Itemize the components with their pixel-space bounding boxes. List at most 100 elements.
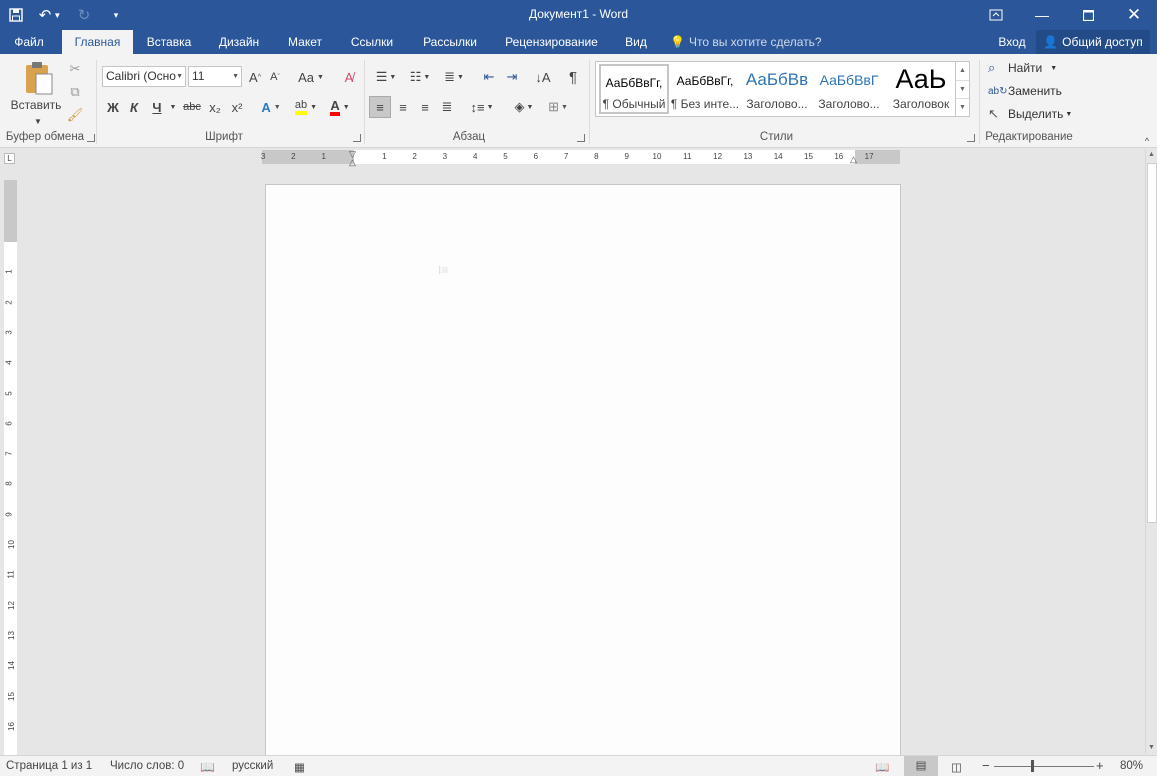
style-normal[interactable]: АаБбВвГг, ¶ Обычный bbox=[599, 64, 669, 114]
text-effects-icon[interactable]: A ▼ bbox=[256, 96, 286, 118]
borders-icon[interactable]: ⊞ ▼ bbox=[542, 96, 574, 118]
minimize-icon[interactable]: — bbox=[1019, 0, 1065, 30]
font-name-combo[interactable]: Calibri (Осно ▼ bbox=[102, 66, 186, 87]
find-button[interactable]: ⌕ Найти ▼ bbox=[988, 58, 1057, 78]
increase-indent-icon[interactable]: ⇥ bbox=[501, 66, 523, 88]
customize-qat-icon[interactable]: ▾ bbox=[100, 0, 132, 30]
tab-layout[interactable]: Макет bbox=[276, 30, 334, 54]
shading-icon[interactable]: ◈ ▼ bbox=[508, 96, 540, 118]
line-spacing-icon[interactable]: ↕≡ ▼ bbox=[466, 96, 498, 118]
tell-me-box[interactable]: 💡 Что вы хотите сделать? bbox=[670, 30, 830, 54]
style-heading-2[interactable]: АаБбВвГ Заголово... bbox=[814, 64, 884, 114]
tell-me-placeholder: Что вы хотите сделать? bbox=[688, 35, 822, 49]
paste-button[interactable] bbox=[18, 58, 58, 98]
decrease-indent-icon[interactable]: ⇤ bbox=[478, 66, 500, 88]
clipboard-launcher-icon[interactable] bbox=[87, 134, 95, 142]
superscript-button[interactable]: x² bbox=[227, 96, 247, 118]
select-button[interactable]: ↖ Выделить ▼ bbox=[988, 104, 1072, 124]
clear-formatting-icon[interactable]: A̸ bbox=[338, 66, 360, 88]
change-case-button[interactable]: Aa ▼ bbox=[294, 66, 328, 88]
undo-icon[interactable]: ↶ ▼ bbox=[32, 0, 68, 30]
italic-button[interactable]: К bbox=[125, 96, 143, 118]
sign-in-link[interactable]: Вход bbox=[990, 30, 1034, 54]
underline-button[interactable]: Ч bbox=[146, 96, 168, 118]
underline-dropdown-icon[interactable]: ▼ bbox=[168, 96, 178, 118]
cut-icon[interactable]: ✂ bbox=[64, 58, 86, 80]
tab-file[interactable]: Файл bbox=[0, 30, 58, 54]
copy-icon[interactable]: ⧉ bbox=[64, 81, 86, 103]
paragraph-launcher-icon[interactable] bbox=[577, 134, 585, 142]
redo-icon[interactable]: ↻ bbox=[68, 0, 100, 30]
font-color-icon[interactable]: A ▼ bbox=[324, 96, 356, 118]
hanging-indent-marker[interactable]: △ bbox=[349, 157, 356, 168]
word-count[interactable]: Число слов: 0 bbox=[110, 760, 184, 772]
align-center-icon[interactable]: ≡ bbox=[392, 96, 414, 118]
align-left-icon[interactable]: ≡ bbox=[369, 96, 391, 118]
right-indent-marker[interactable]: △ bbox=[850, 154, 857, 165]
ruler-number: 4 bbox=[4, 360, 14, 365]
print-layout-icon[interactable]: ▤ bbox=[904, 756, 938, 776]
scroll-up-icon[interactable]: ▲ bbox=[1146, 149, 1157, 161]
sort-icon[interactable]: ↓A bbox=[532, 66, 554, 88]
zoom-slider-thumb[interactable] bbox=[1031, 760, 1034, 772]
zoom-slider[interactable] bbox=[994, 766, 1094, 767]
replace-button[interactable]: ab↻ Заменить bbox=[988, 81, 1062, 101]
document-page[interactable]: I≡ bbox=[265, 184, 901, 764]
style-name: ¶ Обычный bbox=[602, 97, 666, 111]
format-painter-icon[interactable]: 🖌 bbox=[64, 104, 86, 126]
numbering-icon[interactable]: ☷ ▼ bbox=[404, 66, 436, 88]
close-icon[interactable]: ✕ bbox=[1111, 0, 1157, 30]
scroll-thumb[interactable] bbox=[1147, 163, 1157, 523]
show-formatting-icon[interactable]: ¶ bbox=[563, 66, 583, 88]
tab-view[interactable]: Вид bbox=[613, 30, 659, 54]
scroll-up-icon[interactable]: ▲ bbox=[956, 62, 969, 80]
tab-selector[interactable]: L bbox=[4, 153, 15, 164]
bullets-icon[interactable]: ☰ ▼ bbox=[370, 66, 402, 88]
tab-home[interactable]: Главная bbox=[62, 30, 133, 54]
style-preview: АаЬ bbox=[895, 64, 947, 94]
vertical-ruler[interactable]: 1 2 3 4 5 6 7 8 9 10 11 12 13 14 15 16 bbox=[4, 180, 17, 755]
subscript-button[interactable]: x₂ bbox=[205, 96, 225, 118]
ruler-number: 5 bbox=[503, 152, 508, 161]
tab-review[interactable]: Рецензирование bbox=[494, 30, 609, 54]
vertical-scrollbar[interactable]: ▲ ▼ bbox=[1145, 149, 1157, 754]
grow-font-button[interactable]: A ^ bbox=[246, 66, 264, 88]
tab-mailings[interactable]: Рассылки bbox=[410, 30, 490, 54]
highlight-color-icon[interactable]: ab ▼ bbox=[290, 96, 322, 118]
macro-record-icon[interactable]: ▦ bbox=[294, 760, 305, 774]
horizontal-ruler[interactable]: 3 2 1 1 2 3 4 5 6 7 8 9 10 11 12 13 14 15 16 17 ▽ △ △ bbox=[261, 149, 900, 167]
save-icon[interactable] bbox=[0, 0, 32, 30]
font-launcher-icon[interactable] bbox=[353, 134, 361, 142]
proofing-icon[interactable]: 📖 bbox=[200, 760, 215, 774]
scroll-down-icon[interactable]: ▼ bbox=[956, 80, 969, 98]
bold-button[interactable]: Ж bbox=[104, 96, 122, 118]
style-heading-1[interactable]: АаБбВв Заголово... bbox=[742, 64, 812, 114]
ribbon-display-options-icon[interactable] bbox=[973, 0, 1019, 30]
share-button[interactable]: 👤 Общий доступ bbox=[1036, 30, 1150, 54]
language[interactable]: русский bbox=[232, 760, 273, 772]
page-count[interactable]: Страница 1 из 1 bbox=[6, 760, 92, 772]
shrink-font-button[interactable]: Aˇ bbox=[266, 66, 284, 88]
tab-design[interactable]: Дизайн bbox=[206, 30, 272, 54]
font-size-combo[interactable]: 11 ▼ bbox=[188, 66, 242, 87]
zoom-out-icon[interactable]: − bbox=[982, 758, 990, 773]
tab-insert[interactable]: Вставка bbox=[136, 30, 202, 54]
ruler-number: 10 bbox=[652, 152, 662, 161]
paste-dropdown-icon[interactable]: ▼ bbox=[28, 110, 48, 132]
justify-icon[interactable]: ≣ bbox=[436, 96, 458, 118]
more-styles-icon[interactable]: ▼ bbox=[956, 98, 969, 116]
style-no-spacing[interactable]: АаБбВвГг, ¶ Без инте... bbox=[670, 64, 740, 114]
zoom-level[interactable]: 80% bbox=[1120, 760, 1143, 772]
styles-launcher-icon[interactable] bbox=[967, 134, 975, 142]
tab-references[interactable]: Ссылки bbox=[338, 30, 406, 54]
zoom-in-icon[interactable]: + bbox=[1096, 758, 1104, 773]
style-title[interactable]: АаЬ Заголовок bbox=[886, 64, 956, 114]
web-layout-icon[interactable]: ◫ bbox=[951, 760, 962, 774]
scroll-down-icon[interactable]: ▼ bbox=[1146, 742, 1157, 754]
maximize-icon[interactable] bbox=[1065, 0, 1111, 30]
text-cursor-icon: I≡ bbox=[438, 263, 449, 277]
read-mode-icon[interactable]: 📖 bbox=[875, 760, 889, 774]
strikethrough-button[interactable]: abc bbox=[180, 96, 204, 118]
align-right-icon[interactable]: ≡ bbox=[414, 96, 436, 118]
multilevel-list-icon[interactable]: ≣ ▼ bbox=[438, 66, 470, 88]
